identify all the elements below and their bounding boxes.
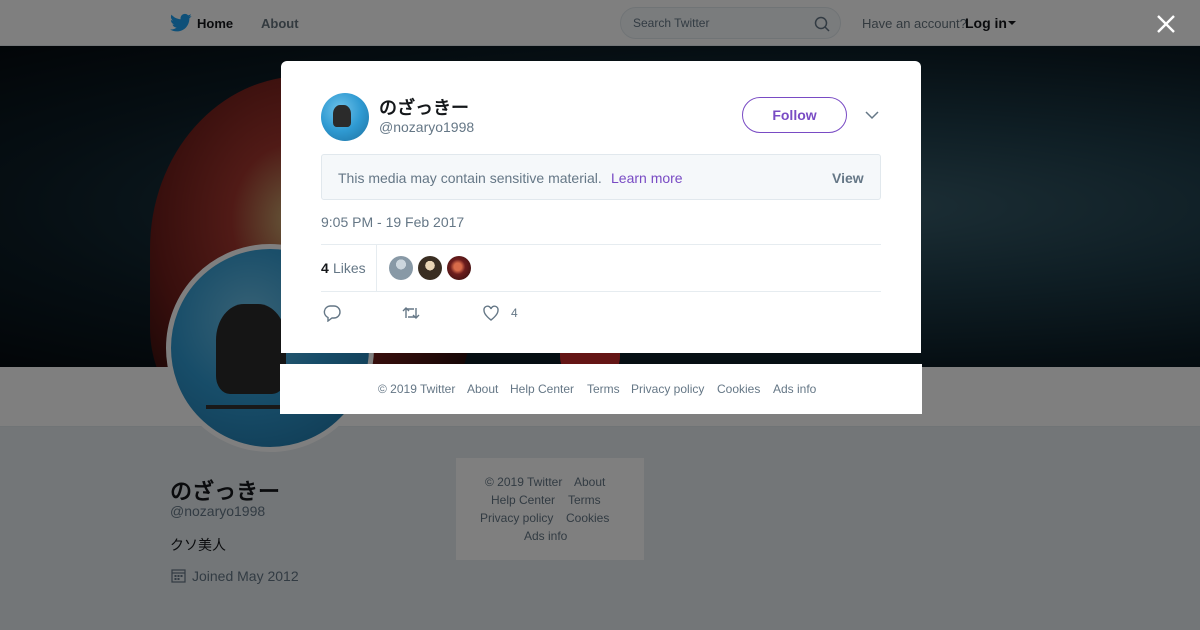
footer-about-link[interactable]: About <box>467 382 498 396</box>
likes-label[interactable]: Likes <box>333 260 366 276</box>
learn-more-link[interactable]: Learn more <box>611 170 683 186</box>
sensitive-media-text: This media may contain sensitive materia… <box>338 170 602 186</box>
footer-help-link[interactable]: Help Center <box>510 382 574 396</box>
tweet-author-handle[interactable]: @nozaryo1998 <box>379 119 474 135</box>
tweet-stats: 4 Likes <box>321 244 881 292</box>
footer-cookies-link[interactable]: Cookies <box>717 382 760 396</box>
heart-icon[interactable] <box>482 304 500 322</box>
tweet-modal: のざっきー @nozaryo1998 Follow This media may… <box>281 61 921 353</box>
liker-avatar[interactable] <box>389 256 413 280</box>
modal-footer: © 2019 Twitter About Help Center Terms P… <box>280 364 922 414</box>
footer-privacy-link[interactable]: Privacy policy <box>631 382 704 396</box>
footer-ads-link[interactable]: Ads info <box>773 382 816 396</box>
follow-button[interactable]: Follow <box>742 97 847 133</box>
retweet-icon[interactable] <box>402 304 420 322</box>
sensitive-media-notice: This media may contain sensitive materia… <box>321 154 881 200</box>
liker-avatar[interactable] <box>447 256 471 280</box>
close-icon[interactable] <box>1156 14 1176 34</box>
stats-divider <box>376 245 377 291</box>
tweet-timestamp[interactable]: 9:05 PM - 19 Feb 2017 <box>321 214 464 230</box>
likes-count[interactable]: 4 <box>321 260 329 276</box>
tweet-author-name[interactable]: のざっきー <box>379 94 469 120</box>
footer-copyright: © 2019 Twitter <box>378 382 456 396</box>
avatar-figure <box>333 105 351 127</box>
view-media-button[interactable]: View <box>832 170 864 186</box>
footer-terms-link[interactable]: Terms <box>587 382 620 396</box>
reply-icon[interactable] <box>323 304 341 322</box>
tweet-author-avatar[interactable] <box>321 93 369 141</box>
like-action-count: 4 <box>511 306 518 320</box>
liker-avatar[interactable] <box>418 256 442 280</box>
chevron-down-icon[interactable] <box>865 110 879 120</box>
